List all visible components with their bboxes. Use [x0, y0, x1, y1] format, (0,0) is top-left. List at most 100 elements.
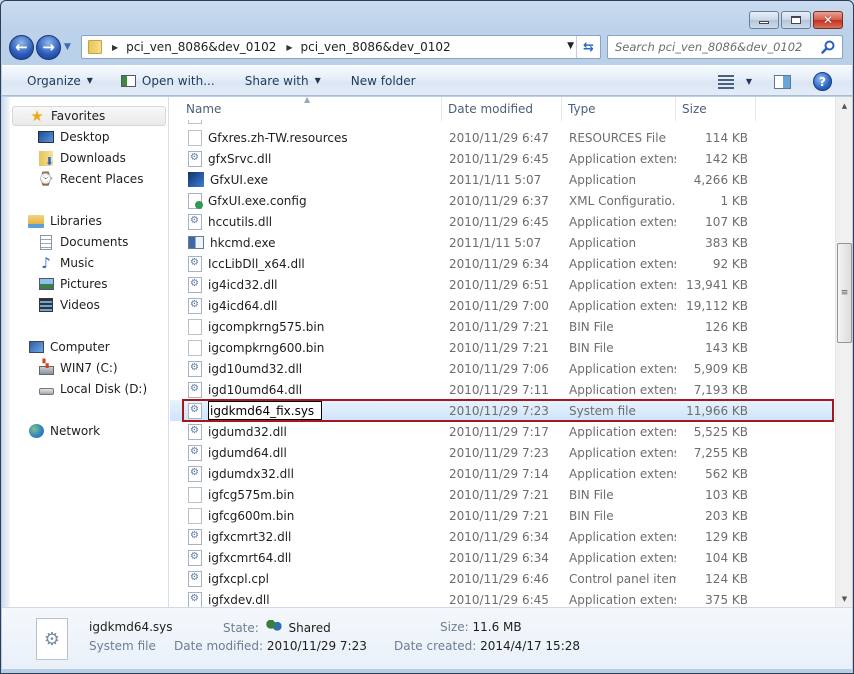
file-type: XML Configuratio... [569, 193, 676, 208]
sidebar-item-videos[interactable]: Videos [38, 295, 100, 315]
close-button[interactable]: ✕ [813, 11, 843, 29]
file-row[interactable]: igfxcpl.cpl 2010/11/29 6:46 Control panel … [170, 568, 834, 589]
address-bar[interactable]: ▶ pci_ven_8086&dev_0102 ▶ pci_ven_8086&d… [81, 35, 601, 59]
details-date-created: Date created: 2014/4/17 15:28 [394, 639, 580, 653]
file-name-cell: igfxcmrt64.dll [170, 549, 442, 566]
file-row[interactable]: ig4icd64.dll 2010/11/29 7:00 Application e… [170, 295, 834, 316]
minimize-button[interactable] [749, 11, 779, 29]
share-with-button[interactable]: Share with ▼ [245, 74, 321, 88]
file-name: igcompkrng575.bin [208, 319, 325, 334]
file-row[interactable]: GfxUI.exe.config 2010/11/29 6:37 XML Confi… [170, 190, 834, 211]
organize-button[interactable]: Organize ▼ [27, 74, 93, 88]
breadcrumb-item[interactable]: pci_ven_8086&dev_0102 [126, 40, 276, 54]
search-icon[interactable] [820, 39, 836, 55]
breadcrumb-separator-icon[interactable]: ▶ [112, 43, 118, 52]
refresh-button[interactable]: ⇆ [576, 36, 600, 58]
preview-pane-icon[interactable] [774, 74, 791, 89]
column-header-date-modified[interactable]: Date modified [442, 97, 562, 121]
change-view-icon[interactable] [717, 74, 734, 89]
file-date-modified: 2010/11/29 7:11 [449, 382, 549, 397]
file-row[interactable]: igdumd32.dll 2010/11/29 7:17 Application e… [170, 421, 834, 442]
column-headers: ▲ Name Date modified Type Size [170, 97, 834, 121]
sidebar-item-music[interactable]: ♪ Music [38, 253, 94, 273]
sidebar-item-recent-places[interactable]: ⌚ Recent Places [38, 169, 144, 189]
file-date-modified: 2010/11/29 7:00 [449, 298, 549, 313]
open-with-button[interactable]: Open with... [120, 74, 215, 88]
dll-file-icon [188, 381, 202, 398]
file-row[interactable]: igfcg600m.bin 2010/11/29 7:21 BIN File 203 … [170, 505, 834, 526]
scroll-up-arrow-icon[interactable]: ▲ [836, 97, 853, 114]
file-row[interactable]: igd10umd64.dll 2010/11/29 7:11 Application… [170, 379, 834, 400]
file-row[interactable]: 2010/11/29 7:23 System file 11,966 KB [170, 399, 834, 422]
sidebar-item-label: Documents [60, 235, 129, 249]
file-row[interactable]: gfxSrvc.dll 2010/11/29 6:45 Application ex… [170, 148, 834, 169]
file-row[interactable]: igcompkrng600.bin 2010/11/29 7:21 BIN File… [170, 337, 834, 358]
sidebar-group-network[interactable]: Network [12, 421, 166, 441]
sidebar-item-label: Music [60, 256, 95, 270]
file-row[interactable]: igfxdev.dll 2010/11/29 6:45 Application ex… [170, 589, 834, 607]
caption-buttons: ✕ [749, 11, 843, 29]
file-name: igcompkrng600.bin [208, 340, 325, 355]
file-row[interactable]: igd10umd32.dll 2010/11/29 7:06 Application… [170, 358, 834, 379]
column-header-type[interactable]: Type [562, 97, 676, 121]
created-label: Date created: [394, 639, 477, 653]
sidebar-group-label: Computer [50, 340, 110, 354]
file-name: igfxcmrt64.dll [208, 550, 292, 565]
file-row[interactable]: ig4icd32.dll 2010/11/29 6:51 Application e… [170, 274, 834, 295]
file-row[interactable]: igdumd64.dll 2010/11/29 7:23 Application e… [170, 442, 834, 463]
help-icon[interactable]: ? [813, 72, 832, 91]
column-header-size[interactable]: Size [676, 97, 756, 121]
file-row[interactable]: IccLibDll_x64.dll 2010/11/29 6:34 Applicat… [170, 253, 834, 274]
new-folder-button[interactable]: New folder [351, 74, 416, 88]
back-button[interactable]: ← [9, 34, 34, 60]
sidebar-group-favorites[interactable]: ★ Favorites [12, 106, 166, 126]
file-name-cell: GfxUI.exe [170, 172, 442, 187]
file-type: Application extens... [569, 256, 676, 271]
file-row[interactable]: igdumdx32.dll 2010/11/29 7:14 Application … [170, 463, 834, 484]
search-input[interactable] [608, 40, 813, 54]
scroll-down-arrow-icon[interactable]: ▼ [836, 590, 853, 607]
sidebar-item-downloads[interactable]: ⬇ Downloads [38, 148, 126, 168]
file-date-modified: 2010/11/29 7:17 [449, 424, 549, 439]
column-label: Name [186, 102, 222, 116]
search-box [607, 35, 843, 59]
recent-pages-dropdown[interactable]: ▼ [64, 42, 71, 52]
file-row[interactable]: igcompkrng575.bin 2010/11/29 7:21 BIN File… [170, 316, 834, 337]
file-name-cell [170, 401, 442, 420]
file-row[interactable]: igfxcmrt64.dll 2010/11/29 6:34 Application… [170, 547, 834, 568]
navigation-pane: ★ Favorites Desktop ⬇ Downloads ⌚ Recent… [2, 97, 169, 607]
file-type: Application extens... [569, 529, 676, 544]
sidebar-item-pictures[interactable]: Pictures [38, 274, 108, 294]
sidebar-item-win7-c[interactable]: ▚ WIN7 (C:) [38, 358, 118, 378]
breadcrumb-item[interactable]: pci_ven_8086&dev_0102 [301, 40, 451, 54]
address-dropdown-icon[interactable]: ▼ [567, 41, 574, 51]
sidebar-item-local-disk-d[interactable]: Local Disk (D:) [38, 379, 147, 399]
sidebar-group-libraries[interactable]: Libraries [12, 211, 166, 231]
file-date-modified: 2010/11/29 6:47 [449, 130, 549, 145]
file-row[interactable]: hccutils.dll 2010/11/29 6:45 Application e… [170, 211, 834, 232]
file-row[interactable]: GfxUI.exe 2011/1/11 5:07 Application 4,266 … [170, 169, 834, 190]
column-header-name[interactable]: ▲ Name [170, 97, 442, 121]
file-name: hkcmd.exe [210, 235, 276, 250]
file-size: 92 KB [712, 256, 748, 271]
file-type: Application extens... [569, 298, 676, 313]
forward-button[interactable]: → [36, 34, 61, 60]
breadcrumb-separator-icon[interactable]: ▶ [286, 43, 292, 52]
vertical-scrollbar[interactable]: ▲ ≡ ▼ [835, 97, 852, 607]
rename-input[interactable] [208, 401, 322, 420]
view-options-dropdown-icon[interactable]: ▼ [746, 77, 752, 86]
sidebar-item-desktop[interactable]: Desktop [38, 127, 110, 147]
file-row[interactable]: igfcg575m.bin 2010/11/29 7:21 BIN File 103 … [170, 484, 834, 505]
file-row[interactable]: Gfxres.zh-TW.resources 2010/11/29 6:47 RES… [170, 127, 834, 148]
sidebar-group-computer[interactable]: Computer [12, 337, 166, 357]
file-row[interactable]: igfxcmrt32.dll 2010/11/29 6:34 Application… [170, 526, 834, 547]
file-date-modified: 2010/11/29 7:06 [449, 361, 549, 376]
file-size: 7,255 KB [693, 445, 748, 460]
shared-users-icon [265, 620, 282, 634]
file-row[interactable]: hkcmd.exe 2011/1/11 5:07 Application 383 KB [170, 232, 834, 253]
scrollbar-thumb[interactable]: ≡ [837, 243, 852, 343]
dll-file-icon [188, 150, 202, 167]
sidebar-item-documents[interactable]: Documents [38, 232, 128, 252]
maximize-button[interactable] [781, 11, 811, 29]
file-date-modified: 2010/11/29 7:23 [449, 445, 549, 460]
